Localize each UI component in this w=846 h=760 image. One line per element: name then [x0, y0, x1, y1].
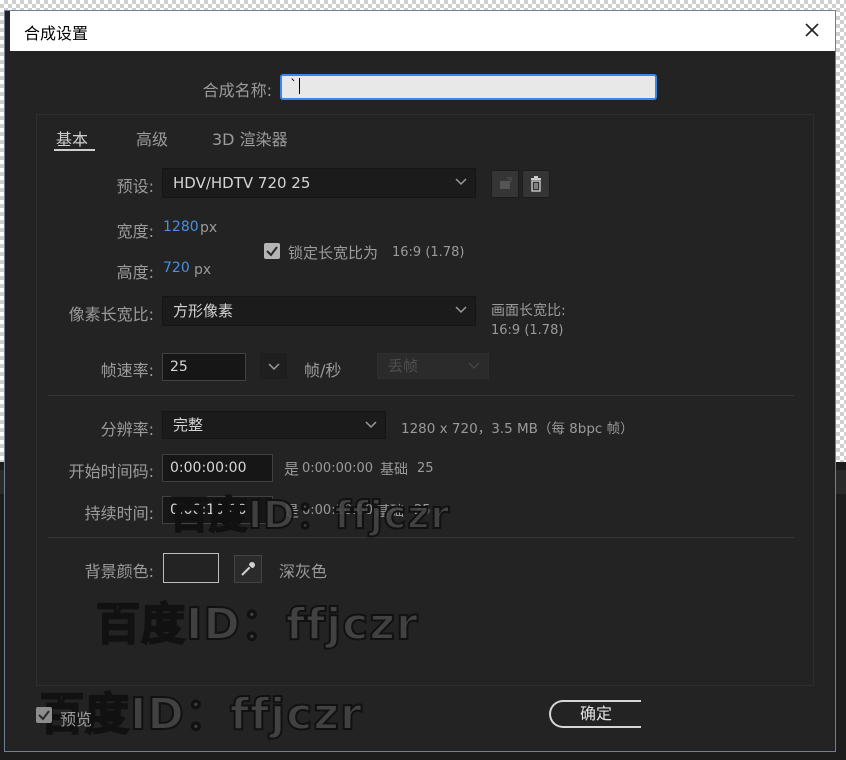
resolution-value: 完整	[173, 416, 204, 434]
pixel-aspect-dropdown[interactable]: 方形像素	[162, 296, 476, 326]
preview-checkbox[interactable]	[36, 707, 52, 723]
trash-icon	[531, 176, 541, 192]
eyedropper-icon	[241, 562, 255, 576]
watermark: 百度ID：ffjczr	[95, 598, 419, 651]
resolution-label: 分辨率:	[100, 420, 154, 439]
frame-rate-label: 帧速率:	[100, 361, 154, 380]
background-color-swatch[interactable]	[163, 553, 219, 583]
composition-name-value: `	[290, 78, 297, 94]
frame-aspect-label: 画面长宽比:	[491, 303, 566, 319]
chevron-down-icon	[455, 178, 467, 186]
eyedropper-button[interactable]	[234, 555, 262, 583]
width-value[interactable]: 1280	[163, 219, 199, 235]
watermark: 百度ID：ffjczr	[169, 492, 451, 538]
chevron-down-icon	[267, 363, 280, 371]
checkmark-icon	[38, 710, 50, 721]
frame-rate-unit: 帧/秒	[304, 361, 342, 380]
preset-label: 预设:	[116, 177, 154, 196]
preset-value: HDV/HDTV 720 25	[173, 174, 311, 192]
preset-dropdown[interactable]: HDV/HDTV 720 25	[162, 168, 476, 198]
drop-frame-value: 丢帧	[388, 357, 419, 375]
height-value[interactable]: 720	[163, 260, 190, 276]
start-timecode-input[interactable]: 0:00:00:00	[162, 454, 273, 482]
chevron-down-icon	[455, 306, 467, 314]
frame-aspect-value: 16:9 (1.78)	[491, 323, 564, 338]
delete-preset-button[interactable]	[522, 170, 550, 198]
resolution-dropdown[interactable]: 完整	[162, 411, 386, 439]
composition-name-input[interactable]: `	[280, 74, 657, 100]
dialog-titlebar	[10, 11, 835, 51]
frame-rate-input[interactable]: 25	[162, 353, 246, 381]
ok-button[interactable]: 确定	[549, 700, 641, 728]
tab-basic[interactable]: 基本	[56, 126, 88, 150]
chevron-down-icon	[365, 421, 377, 429]
save-preset-icon	[500, 177, 512, 189]
close-button[interactable]	[801, 19, 823, 41]
background-color-label: 背景颜色:	[84, 562, 154, 581]
duration-label: 持续时间:	[84, 504, 154, 523]
active-tab-indicator	[54, 149, 95, 151]
drop-frame-dropdown: 丢帧	[377, 353, 489, 379]
start-timecode-is-value: 0:00:00:00	[302, 461, 374, 476]
lock-aspect-label: 锁定长宽比为	[288, 244, 379, 262]
dialog-title: 合成设置	[24, 24, 89, 43]
resolution-info: 1280 x 720，3.5 MB（每 8bpc 帧）	[401, 421, 634, 437]
checkmark-icon	[266, 246, 278, 257]
start-timecode-is-label: 是	[284, 460, 300, 478]
pixel-aspect-label: 像素长宽比:	[68, 305, 154, 324]
tab-advanced[interactable]: 高级	[136, 126, 168, 150]
start-timecode-label: 开始时间码:	[68, 462, 154, 481]
width-unit: px	[200, 220, 218, 236]
section-divider	[48, 395, 794, 396]
text-cursor	[299, 78, 300, 94]
start-timecode-base-value: 25	[417, 461, 434, 476]
background-color-name: 深灰色	[279, 562, 328, 581]
save-preset-button[interactable]	[491, 170, 519, 198]
background-app-strip	[836, 470, 846, 494]
composition-name-label: 合成名称:	[202, 81, 272, 100]
lock-aspect-ratio: 16:9 (1.78)	[392, 245, 465, 260]
chevron-down-icon	[468, 362, 480, 370]
height-label: 高度:	[116, 263, 154, 282]
frame-rate-dropdown-button[interactable]	[260, 353, 287, 379]
preview-label: 预览	[60, 710, 93, 729]
tab-3d-renderer[interactable]: 3D 渲染器	[212, 126, 288, 150]
lock-aspect-checkbox[interactable]	[264, 243, 280, 259]
start-timecode-base-label: 基础	[380, 462, 408, 478]
height-unit: px	[194, 262, 212, 278]
close-icon	[805, 23, 819, 37]
pixel-aspect-value: 方形像素	[173, 302, 234, 320]
width-label: 宽度:	[116, 222, 154, 241]
